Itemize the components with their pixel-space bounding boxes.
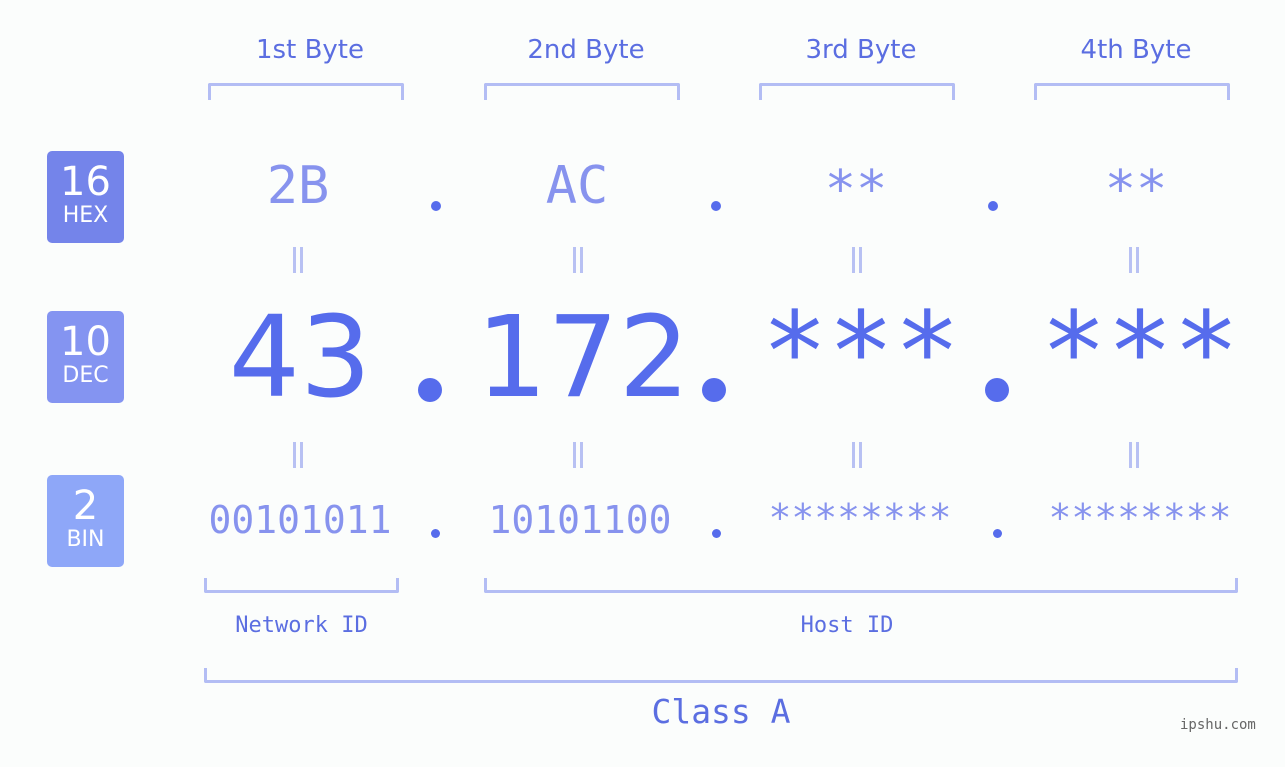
host-id-label: Host ID bbox=[800, 613, 894, 638]
byte-bracket-3 bbox=[759, 83, 955, 100]
bin-separator-dot bbox=[993, 529, 1002, 538]
byte-header-3: 3rd Byte bbox=[805, 35, 917, 65]
bin-separator-dot bbox=[431, 529, 440, 538]
byte-header-1: 1st Byte bbox=[256, 35, 364, 65]
equals-icon bbox=[1129, 247, 1139, 273]
equals-icon bbox=[573, 247, 583, 273]
byte-bracket-1 bbox=[208, 83, 404, 100]
dec-separator-dot bbox=[985, 378, 1009, 402]
hex-byte-2: AC bbox=[545, 156, 609, 216]
network-id-label: Network ID bbox=[235, 613, 368, 638]
bin-base-number: 2 bbox=[72, 483, 99, 529]
bin-separator-dot bbox=[712, 529, 721, 538]
hex-byte-4: ** bbox=[1104, 160, 1168, 220]
dec-base-label: DEC bbox=[62, 363, 109, 388]
dec-byte-2: 172 bbox=[476, 293, 690, 423]
network-id-bracket bbox=[204, 578, 399, 593]
watermark: ipshu.com bbox=[1180, 717, 1256, 733]
hex-base-number: 16 bbox=[60, 159, 111, 205]
dec-base-number: 10 bbox=[60, 319, 111, 365]
class-bracket bbox=[204, 668, 1238, 683]
equals-icon bbox=[852, 247, 862, 273]
hex-byte-1: 2B bbox=[266, 156, 330, 216]
hex-separator-dot bbox=[988, 201, 998, 211]
byte-bracket-2 bbox=[484, 83, 680, 100]
dec-separator-dot bbox=[702, 378, 726, 402]
equals-icon bbox=[573, 442, 583, 468]
bin-byte-3: ******** bbox=[768, 496, 952, 540]
dec-byte-1: 43 bbox=[228, 293, 372, 423]
dec-badge: 10 DEC bbox=[47, 311, 124, 403]
byte-header-4: 4th Byte bbox=[1080, 35, 1192, 65]
dec-separator-dot bbox=[418, 378, 442, 402]
byte-bracket-4 bbox=[1034, 83, 1230, 100]
bin-base-label: BIN bbox=[66, 527, 105, 552]
ip-class-label: Class A bbox=[651, 692, 791, 731]
dec-byte-4: *** bbox=[1040, 288, 1240, 416]
hex-byte-3: ** bbox=[824, 160, 888, 220]
bin-badge: 2 BIN bbox=[47, 475, 124, 567]
bin-byte-4: ******** bbox=[1048, 496, 1232, 540]
hex-base-label: HEX bbox=[62, 203, 109, 228]
hex-separator-dot bbox=[711, 201, 721, 211]
equals-icon bbox=[293, 442, 303, 468]
equals-icon bbox=[1129, 442, 1139, 468]
dec-byte-3: *** bbox=[761, 288, 961, 416]
byte-header-2: 2nd Byte bbox=[527, 35, 645, 65]
bin-byte-2: 10101100 bbox=[488, 498, 672, 542]
hex-badge: 16 HEX bbox=[47, 151, 124, 243]
equals-icon bbox=[852, 442, 862, 468]
host-id-bracket bbox=[484, 578, 1238, 593]
equals-icon bbox=[293, 247, 303, 273]
hex-separator-dot bbox=[431, 201, 441, 211]
bin-byte-1: 00101011 bbox=[208, 498, 392, 542]
